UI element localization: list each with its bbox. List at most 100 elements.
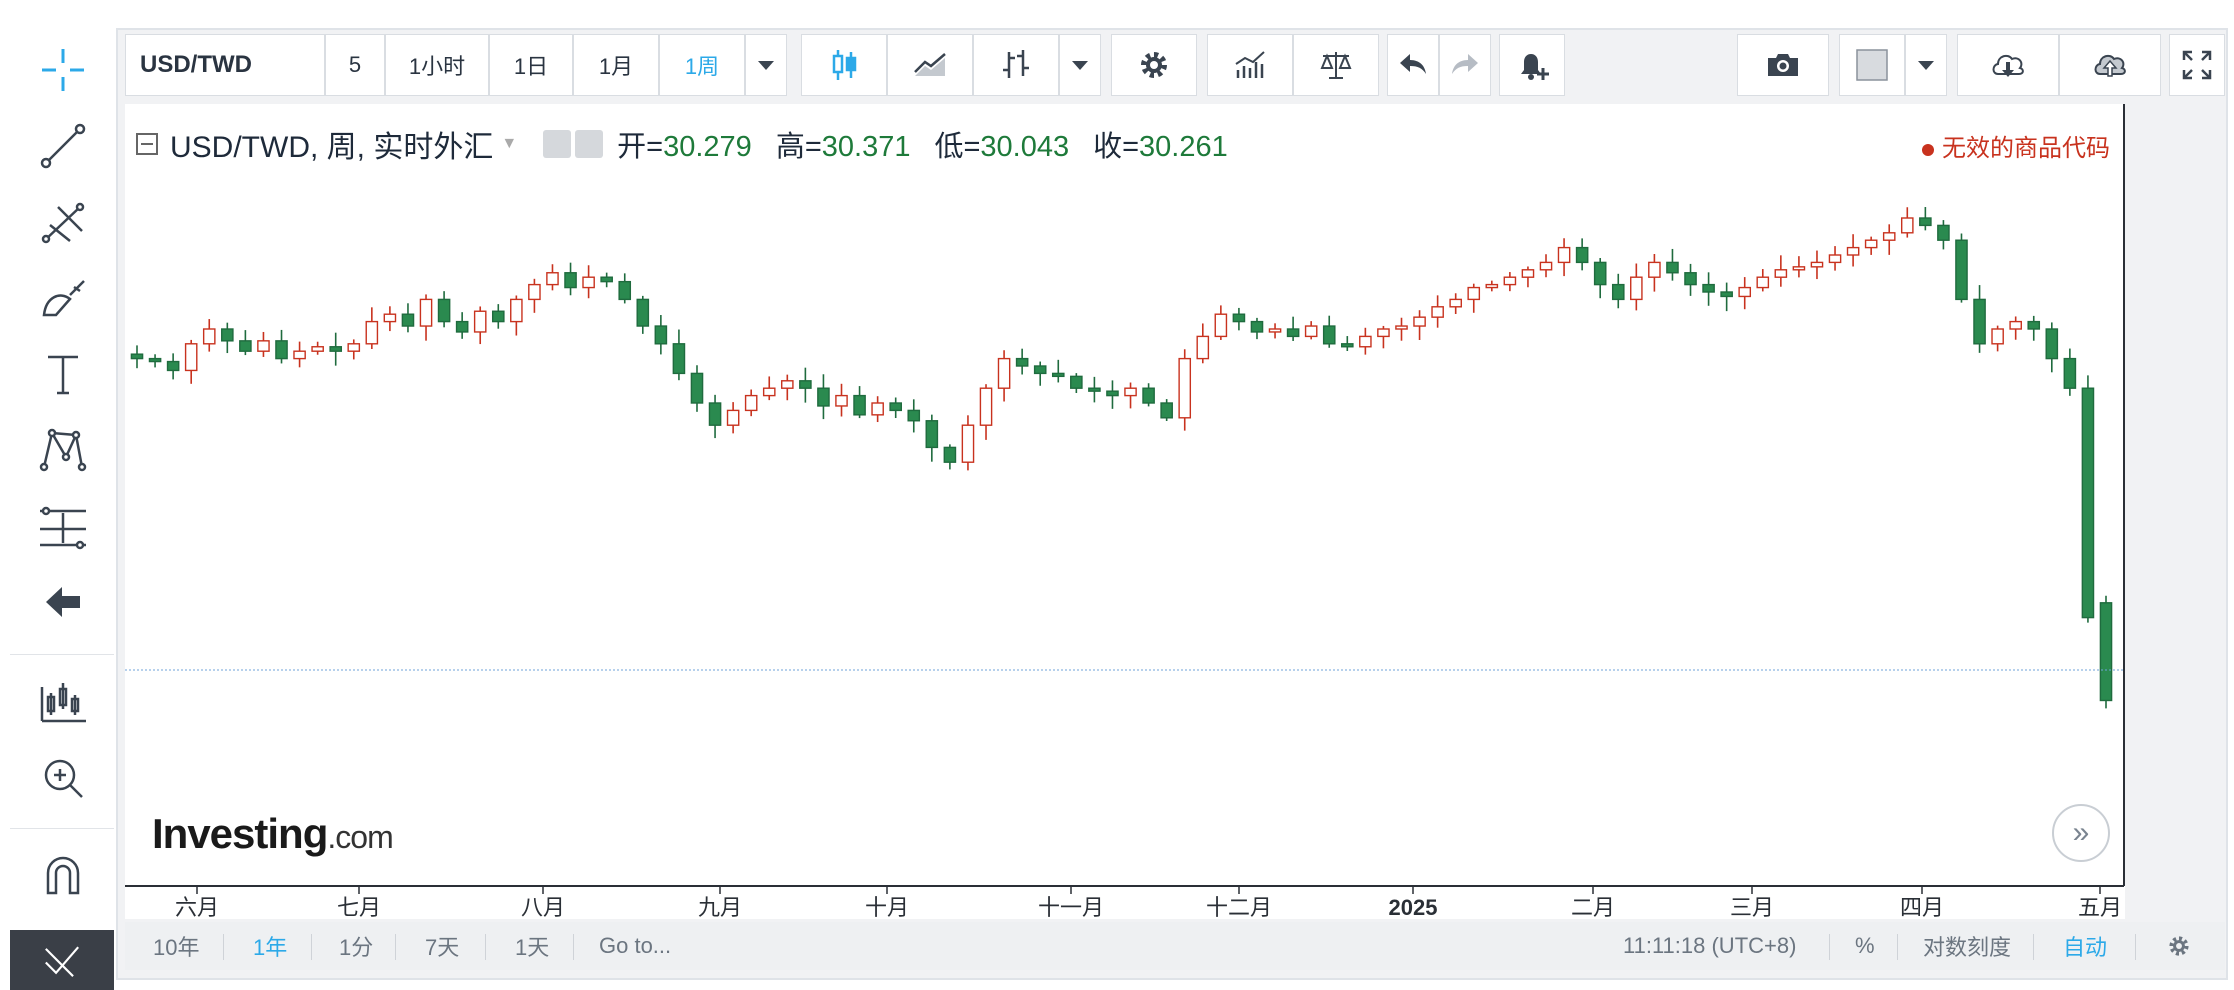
candle-body [1359, 335, 1372, 348]
price-chart[interactable]: 33.50033.00032.50032.00031.50031.00030.5… [125, 104, 2125, 919]
back-arrow-icon[interactable] [20, 572, 106, 632]
scroll-to-latest-button[interactable]: » [2052, 804, 2110, 862]
settings-button[interactable] [1111, 34, 1197, 96]
candle-body [1106, 390, 1119, 397]
time-label: 六月 [175, 895, 219, 919]
candle-body [1611, 283, 1625, 301]
collapse-legend-icon[interactable] [136, 133, 158, 155]
alert-button[interactable] [1499, 34, 1565, 96]
candle-body [781, 380, 794, 389]
range-10y[interactable]: 10年 [153, 922, 199, 970]
candle-body [582, 276, 595, 289]
compare-icon [1320, 52, 1352, 79]
candle-body [1250, 320, 1264, 333]
upload-icon [2094, 54, 2126, 77]
range-1min[interactable]: 1分 [339, 922, 373, 970]
interval-1w[interactable]: 1周 [659, 34, 745, 96]
candle-body [293, 350, 306, 360]
range-7d[interactable]: 7天 [425, 922, 459, 970]
candle-body [1449, 298, 1462, 308]
candle-body [1178, 357, 1192, 419]
color-dropdown[interactable] [1905, 34, 1947, 96]
candle-body [1503, 276, 1517, 286]
range-1d[interactable]: 1天 [515, 922, 549, 970]
gear-icon [2169, 936, 2189, 956]
candle-body [1630, 276, 1643, 301]
candle-body [1557, 246, 1571, 264]
candle-body [1304, 325, 1318, 338]
candle-body [1720, 291, 1733, 298]
magnet-icon[interactable] [20, 846, 106, 906]
legend-dropdown-icon[interactable]: ▼ [501, 135, 517, 153]
log-scale-toggle[interactable]: 对数刻度 [1923, 922, 2011, 970]
candle-body [2045, 328, 2059, 360]
upload-button[interactable] [2059, 34, 2161, 96]
clock-label: 11:11:18 (UTC+8) [1623, 933, 1797, 958]
visibility-icon[interactable] [543, 130, 572, 158]
pitchfork-icon[interactable] [20, 192, 106, 252]
candle-body [528, 283, 541, 301]
time-label: 九月 [698, 895, 742, 919]
zoom-in-icon[interactable] [20, 748, 106, 808]
range-1y[interactable]: 1年 [253, 922, 287, 970]
candle-body [1828, 254, 1842, 264]
candle-body [1810, 261, 1824, 268]
interval-1h[interactable]: 1小时 [385, 34, 489, 96]
interval-dropdown[interactable] [745, 34, 787, 96]
interval-5[interactable]: 5 [325, 34, 385, 96]
fib-icon[interactable] [20, 496, 106, 556]
text-icon[interactable] [20, 344, 106, 404]
interval-label: 1周 [684, 54, 720, 79]
candle-body [690, 372, 704, 404]
chart-legend: USD/TWD, 周, 实时外汇 ▼ 开=30.279 高=30.371 低=3… [136, 124, 1252, 164]
brush-icon[interactable] [20, 268, 106, 328]
double-chevron-right-icon: » [2072, 816, 2090, 849]
time-label: 三月 [1730, 895, 1774, 919]
chart-type-dropdown[interactable] [1059, 34, 1101, 96]
candle-body [383, 313, 397, 323]
goto-button[interactable]: Go to... [599, 922, 671, 970]
indicators-icon[interactable] [20, 672, 106, 732]
undo-button[interactable] [1387, 34, 1439, 96]
settings-icon[interactable] [575, 130, 604, 158]
interval-1m[interactable]: 1月 [573, 34, 659, 96]
time-label: 五月 [2078, 895, 2122, 919]
fullscreen-icon [2182, 50, 2212, 80]
candle-body [257, 340, 270, 352]
undo-icon [1400, 54, 1426, 74]
time-label: 十月 [865, 895, 909, 919]
alert-icon [1521, 54, 1549, 80]
trend-line-icon[interactable] [20, 116, 106, 176]
candle-body [799, 380, 812, 389]
candle-body [1648, 261, 1661, 278]
close-value: 收=30.261 [1093, 131, 1228, 163]
candle-body [184, 343, 198, 372]
compare-button[interactable] [1293, 34, 1379, 96]
pattern-icon[interactable] [20, 420, 106, 480]
crosshair-icon[interactable] [20, 40, 106, 100]
indicators-button[interactable] [1207, 34, 1293, 96]
candle-body [1341, 343, 1354, 348]
chart-settings-button[interactable] [2165, 922, 2193, 970]
candle-body [202, 328, 216, 345]
candles-icon [832, 50, 857, 80]
candle-body [329, 346, 343, 352]
chart-area[interactable]: 33.50033.00032.50032.00031.50031.00030.5… [125, 104, 2125, 919]
bars-button[interactable] [973, 34, 1059, 96]
lock-drawings-icon[interactable] [10, 930, 114, 990]
symbol-input[interactable]: USD/TWD [125, 34, 325, 96]
percent-toggle[interactable]: % [1855, 922, 1875, 970]
legend-title[interactable]: USD/TWD, 周, 实时外汇 [170, 122, 493, 166]
area-button[interactable] [887, 34, 973, 96]
screenshot-button[interactable] [1737, 34, 1829, 96]
color-button[interactable] [1839, 34, 1905, 96]
interval-1d[interactable]: 1日 [489, 34, 573, 96]
fullscreen-button[interactable] [2169, 34, 2225, 96]
candle-body [1033, 365, 1047, 375]
candle-body [1268, 328, 1282, 333]
download-button[interactable] [1957, 34, 2059, 96]
auto-scale-toggle[interactable]: 自动 [2063, 922, 2107, 970]
redo-button[interactable] [1439, 34, 1491, 96]
camera-icon [1768, 54, 1798, 76]
candles-button[interactable] [801, 34, 887, 96]
